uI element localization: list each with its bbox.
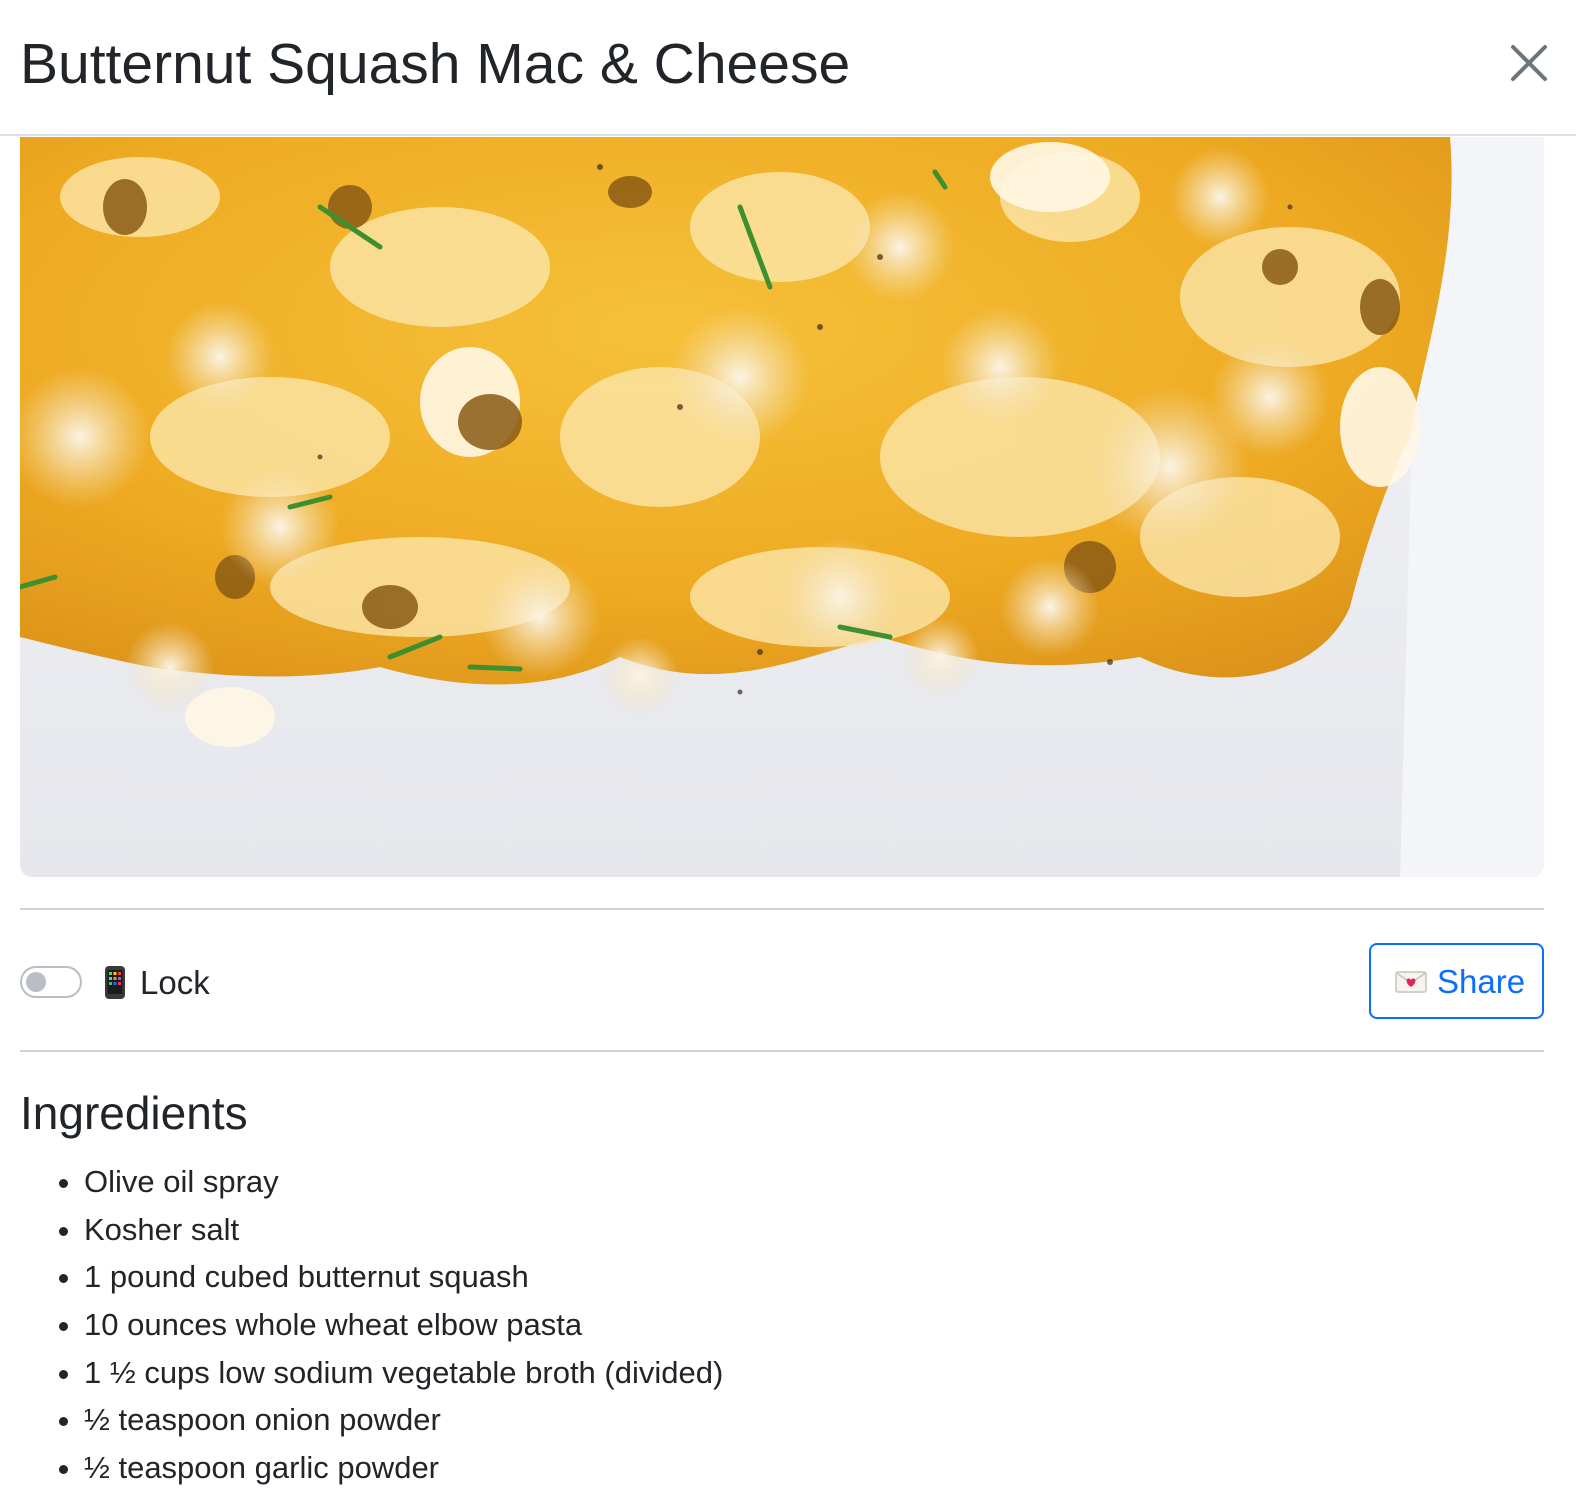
ingredient-item: ½ teaspoon onion powder (58, 1396, 723, 1444)
recipe-modal: Butternut Squash Mac & Cheese Lock Share… (0, 0, 1576, 1502)
divider (20, 1050, 1544, 1052)
close-icon (1511, 45, 1547, 81)
lock-label: Lock (140, 964, 210, 1001)
ingredient-item: 10 ounces whole wheat elbow pasta (58, 1301, 723, 1349)
lock-toggle[interactable] (20, 966, 82, 998)
ingredient-item: Olive oil spray (58, 1158, 723, 1206)
toggle-knob (26, 972, 46, 992)
recipe-photo (20, 137, 1544, 877)
share-label: Share (1437, 963, 1526, 1000)
ingredient-item: 1 pound cubed butternut squash (58, 1253, 723, 1301)
ingredient-item: Kosher salt (58, 1206, 723, 1254)
share-button[interactable]: Share (1369, 943, 1544, 1019)
ingredients-heading: Ingredients (20, 1087, 248, 1139)
modal-title: Butternut Squash Mac & Cheese (20, 32, 851, 96)
love-letter-icon (1395, 971, 1427, 993)
ingredients-list: Olive oil spray Kosher salt 1 pound cube… (58, 1158, 723, 1492)
close-button[interactable] (1500, 34, 1558, 92)
mobile-phone-icon (105, 966, 125, 999)
ingredient-item: 1 ½ cups low sodium vegetable broth (div… (58, 1349, 723, 1397)
ingredient-item: ½ teaspoon garlic powder (58, 1444, 723, 1492)
modal-header: Butternut Squash Mac & Cheese (0, 0, 1576, 136)
divider (20, 908, 1544, 910)
